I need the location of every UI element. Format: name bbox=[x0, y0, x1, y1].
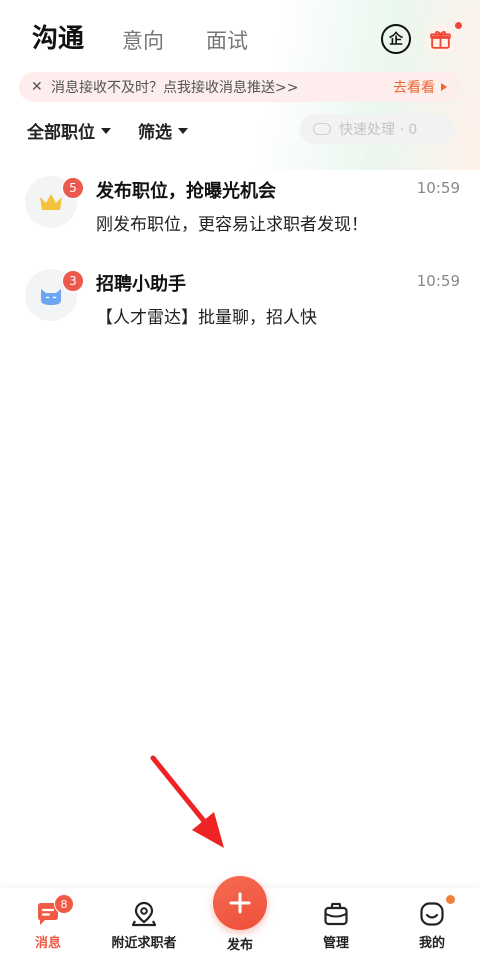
message-badge: 8 bbox=[54, 894, 74, 914]
unread-badge: 3 bbox=[62, 270, 84, 292]
conversation-title: 发布职位，抢曝光机会 bbox=[96, 181, 276, 202]
batch-icon bbox=[313, 123, 331, 135]
play-arrow-icon bbox=[441, 83, 447, 91]
position-filter[interactable]: 全部职位 bbox=[27, 118, 111, 143]
tab-chat[interactable]: 沟通 bbox=[32, 24, 84, 54]
quick-process-label: 快速处理 · 0 bbox=[339, 122, 418, 138]
plus-icon bbox=[229, 892, 251, 914]
nav-manage[interactable]: 管理 bbox=[300, 888, 372, 968]
nav-nearby-seekers[interactable]: 附近求职者 bbox=[104, 888, 184, 968]
filter-bar: 全部职位 筛选 快速处理 · 0 bbox=[0, 114, 480, 146]
cat-icon bbox=[41, 289, 61, 305]
publish-button[interactable] bbox=[213, 876, 267, 930]
gift-notification-dot bbox=[455, 22, 462, 29]
conversation-preview: 刚发布职位，更容易让求职者发现！ bbox=[96, 215, 368, 235]
screen-filter[interactable]: 筛选 bbox=[138, 118, 188, 143]
enterprise-icon[interactable]: 企 bbox=[381, 24, 411, 54]
nav-label: 管理 bbox=[322, 936, 349, 951]
nav-label: 附近求职者 bbox=[111, 936, 177, 951]
quick-process-button[interactable]: 快速处理 · 0 bbox=[300, 114, 454, 144]
notice-text: 消息接收不及时？点我接收消息推送>> bbox=[51, 80, 299, 96]
nav-label: 我的 bbox=[418, 936, 445, 951]
push-notice-banner[interactable]: ✕ 消息接收不及时？点我接收消息推送>> 去看看 bbox=[19, 72, 461, 102]
briefcase-icon bbox=[324, 902, 348, 926]
screen-filter-label: 筛选 bbox=[138, 123, 172, 143]
caret-down-icon bbox=[178, 127, 188, 134]
notice-link[interactable]: 去看看 bbox=[393, 77, 435, 97]
conversation-preview: 【人才雷达】批量聊，招人快 bbox=[96, 308, 317, 328]
conversation-time: 10:59 bbox=[416, 272, 460, 290]
nav-mine[interactable]: 我的 bbox=[396, 888, 468, 968]
nav-label: 发布 bbox=[226, 938, 253, 953]
mine-notification-dot bbox=[446, 895, 455, 904]
unread-badge: 5 bbox=[62, 177, 84, 199]
close-icon[interactable]: ✕ bbox=[31, 79, 45, 95]
conversation-time: 10:59 bbox=[416, 179, 460, 197]
location-icon bbox=[131, 901, 157, 927]
nav-label: 消息 bbox=[34, 936, 61, 951]
tab-intent[interactable]: 意向 bbox=[122, 26, 164, 56]
position-filter-label: 全部职位 bbox=[27, 123, 95, 143]
caret-down-icon bbox=[101, 127, 111, 134]
conversation-list: 5 发布职位，抢曝光机会 10:59 刚发布职位，更容易让求职者发现！ 3 招聘… bbox=[0, 160, 480, 346]
tab-interview[interactable]: 面试 bbox=[206, 26, 248, 56]
conversation-item[interactable]: 3 招聘小助手 10:59 【人才雷达】批量聊，招人快 bbox=[0, 253, 480, 346]
header: 沟通 意向 面试 企 bbox=[0, 0, 480, 72]
gift-icon[interactable] bbox=[425, 24, 456, 55]
gift-glyph-icon bbox=[430, 31, 451, 49]
crown-icon bbox=[40, 194, 62, 210]
smile-icon bbox=[420, 902, 444, 926]
conversation-item[interactable]: 5 发布职位，抢曝光机会 10:59 刚发布职位，更容易让求职者发现！ bbox=[0, 160, 480, 253]
conversation-title: 招聘小助手 bbox=[96, 274, 186, 295]
nav-messages[interactable]: 8 消息 bbox=[12, 888, 84, 968]
